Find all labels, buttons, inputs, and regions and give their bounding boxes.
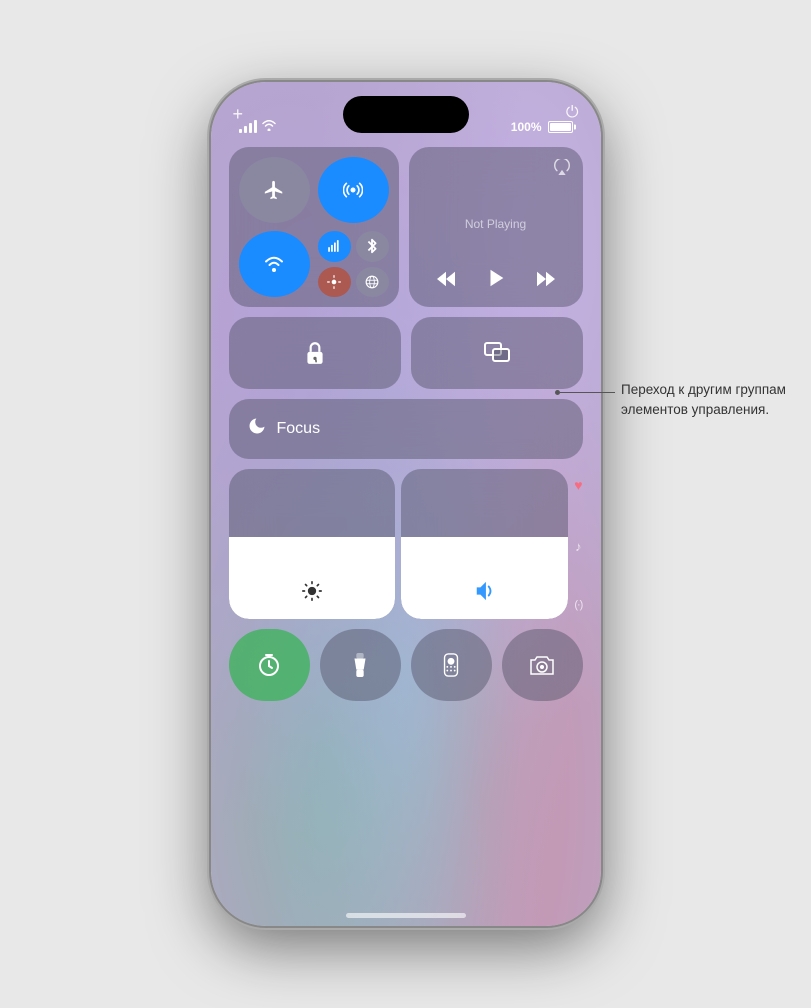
power-button[interactable]: ⏻ bbox=[566, 104, 579, 122]
wifi-toggle-button[interactable] bbox=[239, 231, 310, 297]
add-button[interactable]: + bbox=[233, 104, 244, 125]
bar1 bbox=[239, 129, 242, 133]
airdrop-button[interactable] bbox=[318, 157, 389, 223]
page-wrapper: + ⏻ 100% bbox=[0, 0, 811, 1008]
status-right: 100% bbox=[511, 120, 573, 134]
screen-lock-button[interactable] bbox=[229, 317, 401, 389]
battery-icon bbox=[548, 121, 573, 133]
focus-label: Focus bbox=[277, 420, 321, 438]
top-row: Not Playing bbox=[229, 147, 583, 307]
status-left bbox=[239, 118, 277, 134]
brightness-icon bbox=[302, 581, 322, 607]
sliders-container: ♥ ♪ (·) bbox=[229, 469, 583, 619]
media-header bbox=[421, 159, 571, 180]
bluetooth-button[interactable] bbox=[356, 231, 389, 262]
heart-icon: ♥ bbox=[574, 477, 582, 493]
bar4 bbox=[254, 120, 257, 133]
timer-button[interactable] bbox=[229, 629, 310, 701]
airplane-mode-button[interactable] bbox=[239, 157, 310, 223]
forward-button[interactable] bbox=[535, 270, 557, 293]
media-controls bbox=[421, 267, 571, 295]
side-icons: ♥ ♪ (·) bbox=[574, 469, 582, 619]
screen-mirror-button[interactable] bbox=[411, 317, 583, 389]
annotation-container: Переход к другим группам элементов управ… bbox=[555, 380, 796, 419]
dynamic-island bbox=[343, 96, 469, 133]
earth-button[interactable] bbox=[356, 267, 389, 298]
connectivity-tile bbox=[229, 147, 399, 307]
flashlight-button[interactable] bbox=[320, 629, 401, 701]
media-tile: Not Playing bbox=[409, 147, 583, 307]
iphone-frame: + ⏻ 100% bbox=[211, 82, 601, 926]
cellular-button[interactable] bbox=[318, 231, 351, 262]
signal-rings-icon: (·) bbox=[574, 599, 582, 611]
remote-button[interactable] bbox=[411, 629, 492, 701]
home-indicator bbox=[346, 913, 466, 918]
airplay-icon[interactable] bbox=[553, 159, 571, 180]
sub-controls bbox=[318, 231, 389, 297]
play-button[interactable] bbox=[485, 267, 507, 295]
wifi-icon bbox=[261, 118, 277, 134]
bar3 bbox=[249, 123, 252, 133]
volume-slider[interactable] bbox=[401, 469, 568, 619]
brightness-slider[interactable] bbox=[229, 469, 396, 619]
focus-ring-button[interactable] bbox=[318, 267, 351, 298]
battery-fill bbox=[550, 123, 571, 131]
volume-icon bbox=[474, 581, 496, 607]
not-playing-label: Not Playing bbox=[421, 217, 571, 231]
annotation-line bbox=[560, 392, 615, 393]
bar2 bbox=[244, 126, 247, 133]
music-note-icon: ♪ bbox=[575, 539, 582, 554]
control-center: Not Playing bbox=[229, 147, 583, 896]
mid-row bbox=[229, 317, 583, 389]
annotation-text: Переход к другим группам элементов управ… bbox=[621, 380, 796, 419]
focus-moon-icon bbox=[247, 416, 267, 442]
rewind-button[interactable] bbox=[435, 270, 457, 293]
bottom-row bbox=[229, 629, 583, 701]
focus-button[interactable]: Focus bbox=[229, 399, 583, 459]
camera-button[interactable] bbox=[502, 629, 583, 701]
battery-percent: 100% bbox=[511, 120, 542, 134]
focus-row: Focus bbox=[229, 399, 583, 459]
